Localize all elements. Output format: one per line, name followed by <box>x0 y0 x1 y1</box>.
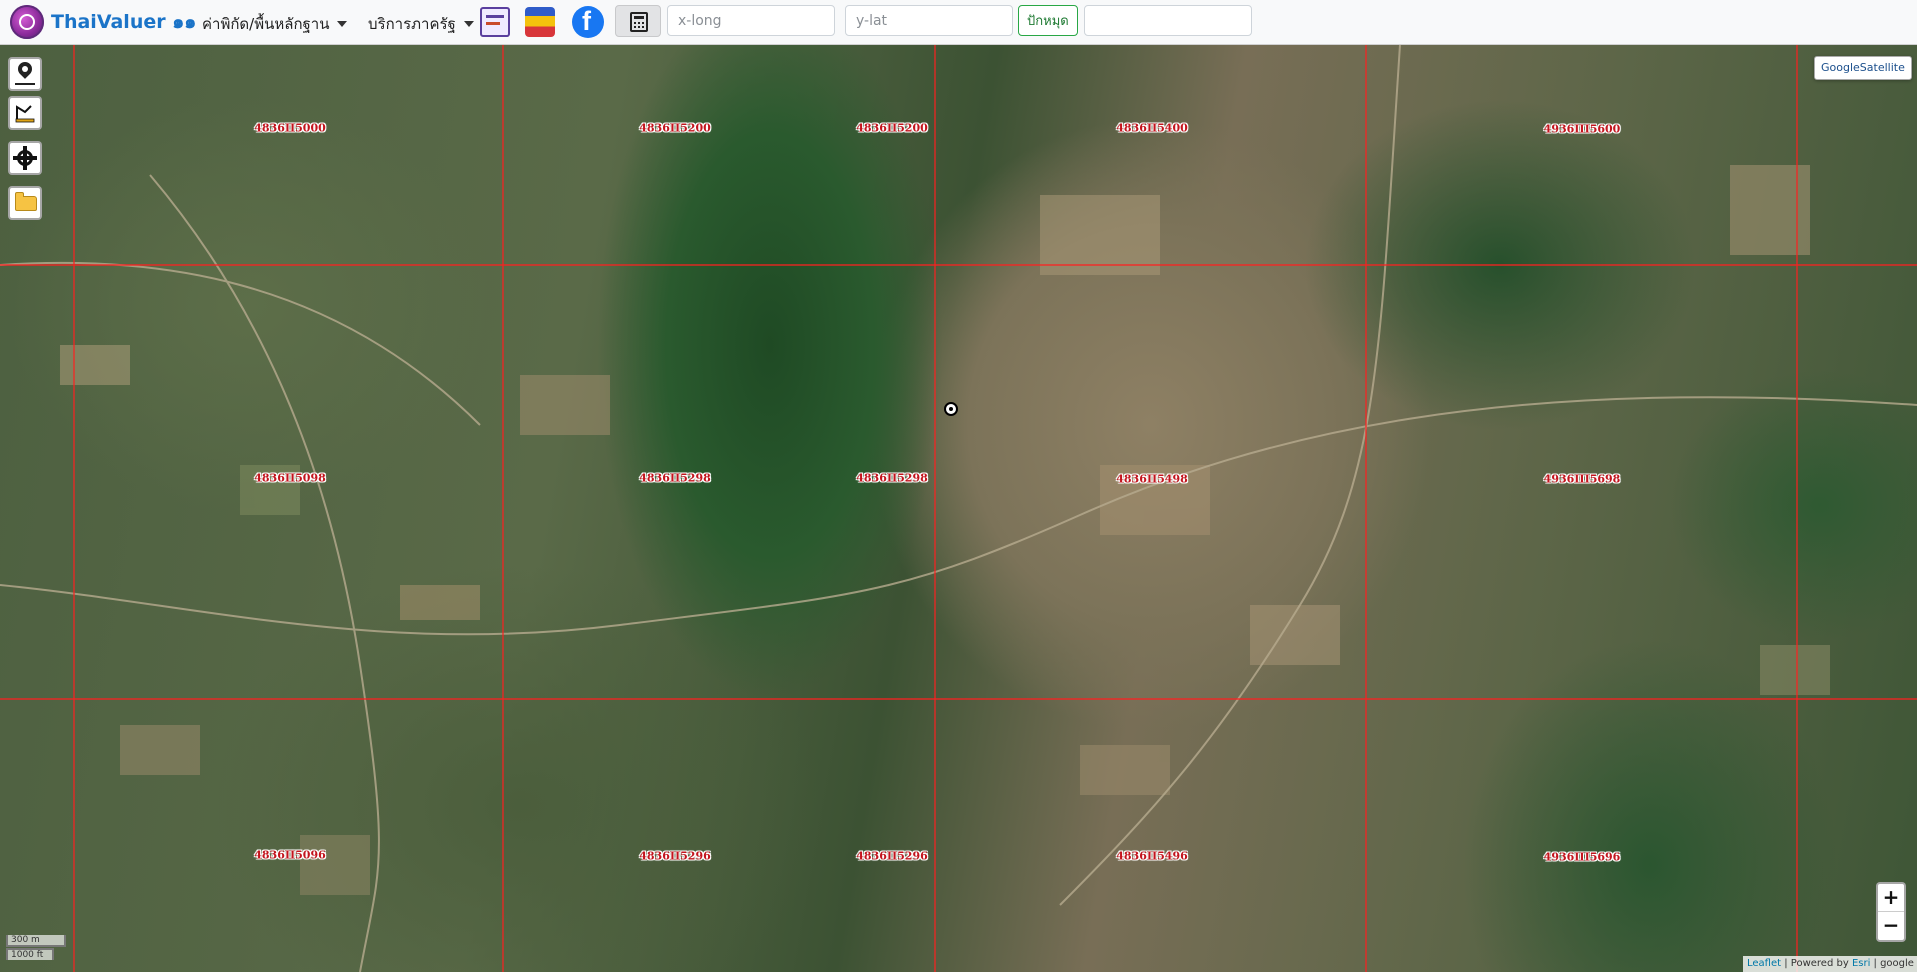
sheet-label: 4836II5496 <box>1116 849 1188 863</box>
layer-switcher[interactable]: GoogleSatellite <box>1814 56 1912 80</box>
top-navbar: ThaiValuer ๑๑ ค่าพิกัด/พื้นหลักฐาน บริกา… <box>0 0 1917 45</box>
sheet-label: 4936III5698 <box>1543 472 1621 486</box>
sheet-label: 4836II5200 <box>856 121 928 135</box>
sheet-label: 4836II5096 <box>254 848 326 862</box>
zoom-in-button[interactable]: + <box>1878 884 1904 912</box>
field-texture <box>60 165 1830 895</box>
scale-bar-imperial: 1000 ft <box>6 948 54 960</box>
calculator-icon <box>630 12 648 32</box>
y-lat-input[interactable] <box>845 5 1013 36</box>
menu-coordinates-label: ค่าพิกัด/พื้นหลักฐาน <box>202 15 330 33</box>
calculator-button[interactable] <box>615 5 661 37</box>
map-overlay <box>0 45 1917 972</box>
thaivaluer-logo-icon <box>10 5 44 39</box>
attribution-google: | google <box>1870 958 1914 969</box>
location-marker[interactable] <box>944 402 958 416</box>
treasury-department-icon[interactable] <box>480 7 510 37</box>
facebook-icon[interactable] <box>572 6 604 38</box>
sheet-label: 4836II5498 <box>1116 472 1188 486</box>
leaflet-link[interactable]: Leaflet <box>1747 958 1781 969</box>
esri-link[interactable]: Esri <box>1852 958 1870 969</box>
sheet-label: 4936III5696 <box>1543 850 1621 864</box>
folder-open-icon <box>15 192 37 211</box>
map-attribution: Leaflet | Powered by Esri | google <box>1743 956 1917 972</box>
sheet-label: 4836II5200 <box>639 121 711 135</box>
zoom-control: + − <box>1876 882 1906 942</box>
caret-down-icon <box>463 21 474 27</box>
menu-coordinates[interactable]: ค่าพิกัด/พื้นหลักฐาน <box>202 12 348 36</box>
sheet-label: 4836II5400 <box>1116 121 1188 135</box>
locate-button[interactable] <box>8 141 42 175</box>
crosshair-icon <box>13 146 37 170</box>
brand-name: ThaiValuer ๑๑ <box>51 11 197 33</box>
menu-services-label: บริการภาครัฐ <box>368 15 456 33</box>
attribution-powered: | Powered by <box>1781 958 1852 969</box>
brand[interactable]: ThaiValuer ๑๑ <box>10 5 196 39</box>
open-file-button[interactable] <box>8 186 42 220</box>
promo-banner-icon[interactable] <box>525 7 555 37</box>
sheet-label: 4836II5298 <box>639 471 711 485</box>
zoom-out-button[interactable]: − <box>1878 912 1904 939</box>
sheet-label: 4836II5296 <box>856 849 928 863</box>
scale-bar-metric: 300 m <box>6 935 66 947</box>
sheet-label: 4836II5000 <box>254 121 326 135</box>
map-pin-base-icon <box>15 83 35 85</box>
pin-button[interactable]: ปักหมุด <box>1018 5 1078 36</box>
sheet-label: 4936III5600 <box>1543 122 1621 136</box>
satellite-map[interactable]: 4836II5000 4836II5200 4836II5200 4836II5… <box>0 45 1917 972</box>
caret-down-icon <box>337 21 348 27</box>
sheet-label: 4836II5296 <box>639 849 711 863</box>
extra-search-input[interactable] <box>1084 5 1252 36</box>
sheet-label: 4836II5298 <box>856 471 928 485</box>
menu-services[interactable]: บริการภาครัฐ <box>368 12 474 36</box>
x-long-input[interactable] <box>667 5 835 36</box>
map-pin-icon <box>15 59 35 79</box>
add-marker-button[interactable] <box>8 57 42 91</box>
sheet-label: 4836II5098 <box>254 471 326 485</box>
measure-icon <box>15 105 35 123</box>
measure-button[interactable] <box>8 96 42 130</box>
